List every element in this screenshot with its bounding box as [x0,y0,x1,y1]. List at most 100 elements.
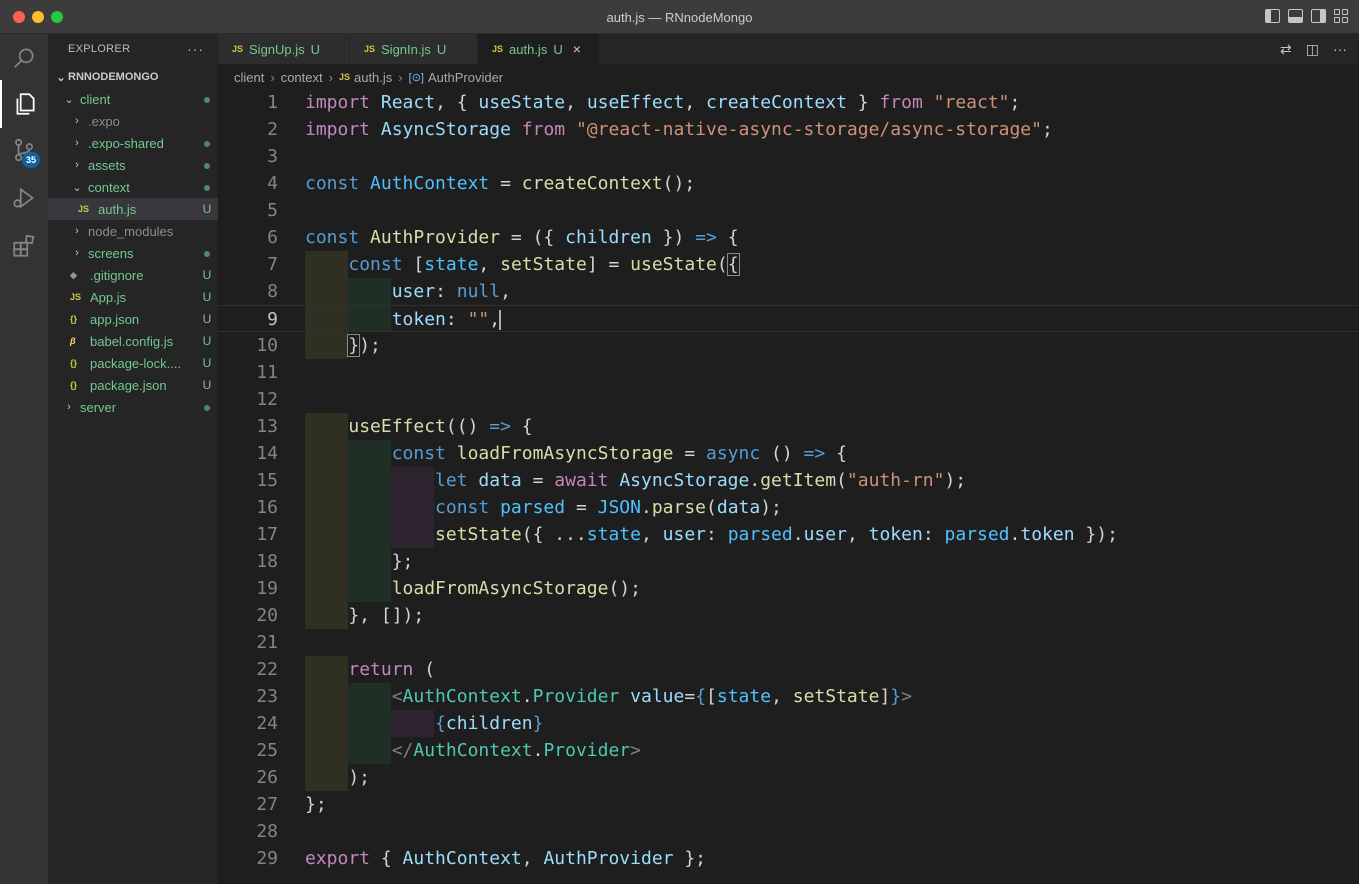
code-line[interactable]: 7 const [state, setState] = useState({ [218,251,1359,278]
code-line[interactable]: 11 [218,359,1359,386]
breadcrumb-item[interactable]: AuthProvider [428,70,503,85]
code-line[interactable]: 17 setState({ ...state, user: parsed.use… [218,521,1359,548]
code-token: null [456,281,501,302]
tree-item[interactable]: JS App.js U [48,286,218,308]
code-line[interactable]: 28 [218,818,1359,845]
source-control-icon[interactable]: 35 [0,126,48,174]
code-line[interactable]: 8 user: null, [218,278,1359,305]
code-token: , [478,254,501,275]
code-token: . [532,740,544,761]
json-file-icon: {} [70,358,78,368]
workspace-root[interactable]: ⌄ RNNODEMONGO [48,66,218,88]
tree-item[interactable]: › assets [48,154,218,176]
line-number: 16 [256,497,278,518]
toggle-panel-icon[interactable] [1288,9,1303,23]
breadcrumb-item[interactable]: client [234,70,264,85]
explorer-sidebar: EXPLORER ··· ⌄ RNNODEMONGO ⌄ client › .expo… [48,34,218,884]
explorer-icon[interactable] [0,80,48,128]
code-line[interactable]: 16 const parsed = JSON.parse(data); [218,494,1359,521]
code-line[interactable]: 25 </AuthContext.Provider> [218,737,1359,764]
code-token: : [435,281,457,302]
window-title: auth.js — RNnodeMongo [606,10,753,25]
tree-item[interactable]: ◆ .gitignore U [48,264,218,286]
toggle-secondary-sidebar-icon[interactable] [1311,9,1326,23]
more-actions-icon[interactable]: ··· [187,41,204,57]
code-line[interactable]: 27}; [218,791,1359,818]
more-actions-icon[interactable]: ··· [1333,41,1347,58]
tree-item[interactable]: {} package-lock.... U [48,352,218,374]
open-changes-icon[interactable]: ⇄ [1280,41,1292,58]
tree-item[interactable]: {} app.json U [48,308,218,330]
code-text: }; [305,791,327,818]
tree-item[interactable]: β babel.config.js U [48,330,218,352]
customize-layout-icon[interactable] [1334,9,1349,23]
code-token: setState [435,524,522,545]
code-line[interactable]: 19 loadFromAsyncStorage(); [218,575,1359,602]
extensions-icon[interactable] [0,222,48,270]
breadcrumb-item[interactable]: auth.js [354,70,392,85]
tree-item[interactable]: {} package.json U [48,374,218,396]
json-file-icon: {} [70,380,78,390]
code-line[interactable]: 6 const AuthProvider = ({ children }) => … [218,224,1359,251]
split-editor-icon[interactable]: ◫ [1306,41,1319,58]
run-debug-icon[interactable] [0,174,48,222]
code-line[interactable]: 21 [218,629,1359,656]
tree-item[interactable]: ⌄ context [48,176,218,198]
code-token: "react" [933,92,1010,113]
code-token: }; [305,794,327,815]
code-line[interactable]: 15 let data = await AsyncStorage.getItem… [218,467,1359,494]
code-line[interactable]: 22 return ( [218,656,1359,683]
code-token: . [792,524,804,545]
editor-tabs: JS SignUp.js U JS SignIn.js U JS auth.js… [218,34,1359,64]
tree-item[interactable]: › .expo-shared [48,132,218,154]
chevron-right-icon: › [67,401,71,413]
tree-item[interactable]: ⌄ client [48,88,218,110]
code-line[interactable]: 9 token: "", [218,305,1359,332]
close-icon[interactable]: × [573,41,581,57]
toggle-sidebar-icon[interactable] [1265,9,1280,23]
tree-item[interactable]: › screens [48,242,218,264]
breadcrumb-item[interactable]: context [281,70,323,85]
tab-signup[interactable]: JS SignUp.js U [218,34,350,64]
code-line[interactable]: 24 {children} [218,710,1359,737]
code-token: getItem [760,470,837,491]
tab-label: SignIn.js [381,41,431,57]
tree-item[interactable]: › node_modules [48,220,218,242]
code-line[interactable]: 4 const AuthContext = createContext(); [218,170,1359,197]
code-line[interactable]: 2 import AsyncStorage from "@react-native… [218,116,1359,143]
code-line[interactable]: 23 <AuthContext.Provider value={[state, … [218,683,1359,710]
code-token: Provider [532,686,620,707]
tab-signin[interactable]: JS SignIn.js U [350,34,478,64]
js-file-icon: JS [492,44,504,54]
code-token: [ [402,254,425,275]
search-icon[interactable] [0,34,48,82]
code-line[interactable]: 10 }); [218,332,1359,359]
code-text: setState({ ...state, user: parsed.user, … [305,521,1118,548]
tree-item-label: client [80,91,111,107]
code-line[interactable]: 29 export { AuthContext, AuthProvider }; [218,845,1359,872]
code-line[interactable]: 12 [218,386,1359,413]
code-line[interactable]: 5 [218,197,1359,224]
code-token: }) [651,227,696,248]
code-line[interactable]: 14 const loadFromAsyncStorage = async ()… [218,440,1359,467]
code-token: AuthProvider [543,848,674,869]
tree-item[interactable]: › server [48,396,218,418]
code-line[interactable]: 26 ); [218,764,1359,791]
code-token: , [640,524,663,545]
code-line[interactable]: 1 import React, { useState, useEffect, cr… [218,90,1359,116]
line-number: 8 [267,281,278,302]
code-token: }; [305,551,414,572]
tab-auth[interactable]: JS auth.js U × [478,34,600,64]
tree-item[interactable]: › .expo [48,110,218,132]
code-token: ; [1009,92,1021,113]
code-editor[interactable]: 1 import React, { useState, useEffect, cr… [218,90,1359,884]
tree-item[interactable]: JS auth.js U [48,198,218,220]
code-line[interactable]: 18 }; [218,548,1359,575]
code-line[interactable]: 13 useEffect(() => { [218,413,1359,440]
code-line[interactable]: 3 [218,143,1359,170]
code-token: { [716,227,739,248]
code-line[interactable]: 20 }, []); [218,602,1359,629]
code-token: const [305,173,360,194]
